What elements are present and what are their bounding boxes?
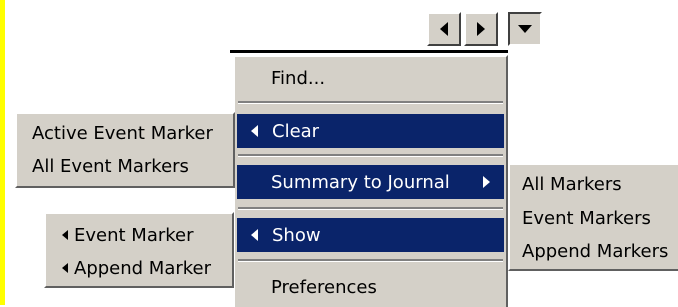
- clear-submenu: Active Event Marker All Event Markers: [15, 112, 235, 188]
- append-markers-label: Append Markers: [522, 240, 669, 262]
- menu-item-find-label: Find...: [271, 67, 326, 89]
- menu-separator: [238, 207, 503, 210]
- marker-menu: Find... Clear Summary to Journal Show Pr…: [233, 55, 508, 307]
- menu-item-all-event-markers[interactable]: All Event Markers: [17, 149, 233, 183]
- show-submenu: Event Marker Append Marker: [44, 212, 234, 288]
- submenu-left-arrow-icon: [251, 125, 258, 137]
- triangle-down-icon: [518, 25, 532, 33]
- yellow-edge: [0, 0, 5, 305]
- active-event-marker-label: Active Event Marker: [32, 122, 213, 144]
- menu-separator: [238, 101, 503, 104]
- all-markers-label: All Markers: [522, 173, 622, 195]
- menu-item-find[interactable]: Find...: [237, 61, 504, 95]
- menu-item-preferences[interactable]: Preferences: [237, 270, 504, 304]
- menu-item-clear-label: Clear: [272, 120, 320, 142]
- menu-item-clear[interactable]: Clear: [237, 114, 504, 148]
- menu-item-all-markers[interactable]: All Markers: [510, 167, 678, 201]
- submenu-left-arrow-icon: [62, 263, 68, 273]
- triangle-left-icon: [440, 22, 448, 36]
- menu-item-summary-to-journal[interactable]: Summary to Journal: [237, 165, 504, 199]
- menu-anchor-line: [230, 50, 508, 53]
- menu-item-show-label: Show: [272, 224, 321, 246]
- submenu-right-arrow-icon: [483, 176, 490, 188]
- menu-separator: [238, 154, 503, 157]
- event-marker-label: Event Marker: [74, 224, 194, 246]
- submenu-left-arrow-icon: [251, 229, 258, 241]
- marker-menu-button[interactable]: [508, 12, 542, 46]
- previous-marker-button[interactable]: [427, 12, 461, 46]
- menu-item-append-marker[interactable]: Append Marker: [46, 251, 232, 285]
- all-event-markers-label: All Event Markers: [32, 155, 189, 177]
- menu-item-append-markers[interactable]: Append Markers: [510, 234, 678, 268]
- menu-item-active-event-marker[interactable]: Active Event Marker: [17, 116, 233, 150]
- event-markers-label: Event Markers: [522, 207, 651, 229]
- menu-separator: [238, 259, 503, 262]
- menu-item-event-marker[interactable]: Event Marker: [46, 218, 232, 252]
- summary-submenu: All Markers Event Markers Append Markers: [508, 163, 678, 271]
- menu-item-preferences-label: Preferences: [271, 276, 377, 298]
- append-marker-label: Append Marker: [74, 257, 212, 279]
- next-marker-button[interactable]: [464, 12, 498, 46]
- triangle-right-icon: [477, 22, 485, 36]
- menu-item-event-markers[interactable]: Event Markers: [510, 201, 678, 235]
- menu-item-summary-label: Summary to Journal: [271, 171, 450, 193]
- menu-item-show[interactable]: Show: [237, 218, 504, 252]
- submenu-left-arrow-icon: [62, 230, 68, 240]
